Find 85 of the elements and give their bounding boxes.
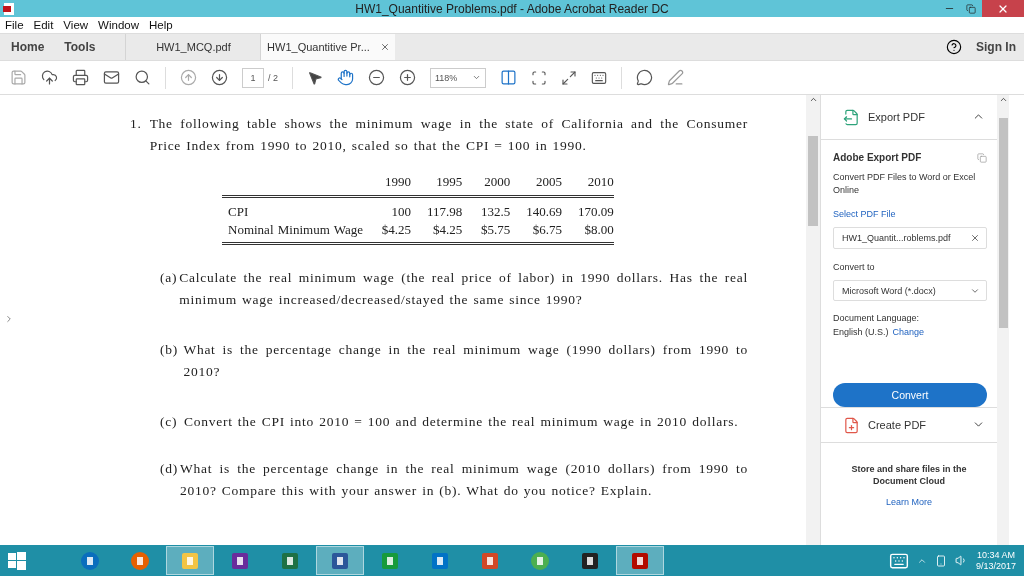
search-icon[interactable] [134, 69, 151, 86]
part-label: (a) [160, 269, 178, 287]
menu-item[interactable]: Window [98, 19, 139, 31]
convert-button[interactable]: Convert [833, 383, 987, 407]
menu-item[interactable]: Help [149, 19, 173, 31]
field-label: Document Language: [833, 312, 921, 326]
table-cell: $5.75 [462, 221, 511, 244]
table-cell: $8.00 [562, 221, 614, 244]
next-page-icon[interactable] [211, 69, 228, 86]
column-header: 2005 [510, 171, 563, 197]
column-header: 1990 [363, 171, 412, 197]
upload-icon[interactable] [41, 69, 58, 86]
scroll-up-icon[interactable] [998, 95, 1008, 104]
scrollbar-thumb[interactable] [998, 118, 1008, 328]
page-count: / 2 [268, 72, 278, 83]
save-icon[interactable] [10, 69, 27, 86]
document-tab[interactable]: HW1_Quantitive Pr... [260, 34, 396, 60]
column-header: 2010 [562, 171, 614, 197]
restore-icon[interactable] [966, 3, 976, 14]
table-cell: $4.25 [411, 221, 463, 244]
hand-icon[interactable] [337, 69, 354, 86]
comment-icon[interactable] [636, 69, 653, 86]
scroll-up-icon[interactable] [808, 95, 818, 104]
table-cell: 132.5 [462, 196, 511, 221]
learn-more-link[interactable]: Learn More [886, 497, 932, 507]
table-cell: $6.75 [510, 221, 563, 244]
part-text: Calculate the real minimum wage (the real price of labor) in 1990 dollars. Has the real minimum wage increased/decreased/stayed the same since 1990? [179, 269, 748, 309]
close-icon[interactable] [379, 42, 390, 52]
pointer-icon[interactable] [307, 69, 323, 86]
nav-tab[interactable]: Home [0, 34, 65, 60]
column-header: 2000 [462, 171, 511, 197]
format-dropdown[interactable]: Microsoft Word (*.docx) [833, 279, 987, 302]
field-label: Select PDF File [833, 208, 897, 221]
cloud-promo-text: Store and share files in the Document Cloud [850, 463, 968, 487]
zoom-out-icon[interactable] [368, 69, 385, 86]
question-number: 1. [130, 115, 142, 133]
table-cell: 100 [363, 196, 412, 221]
row-label: CPI [222, 196, 364, 221]
field-label: Convert to [833, 260, 876, 274]
table-cell: $4.25 [363, 221, 412, 244]
menu-item[interactable]: View [63, 19, 89, 31]
table-cell: 140.69 [510, 196, 563, 221]
print-icon[interactable] [72, 69, 89, 86]
menu-item[interactable]: File [5, 19, 24, 31]
part-label: (b) [160, 341, 179, 359]
app-logo-icon [3, 2, 15, 15]
previous-page-icon[interactable] [180, 69, 197, 86]
row-label: Nominal Minimum Wage [222, 221, 364, 244]
clock[interactable]: 10:34 AM 9/13/2017 [975, 549, 1016, 572]
table-cell: 117.98 [411, 196, 463, 221]
export-file-icon[interactable] [843, 108, 860, 126]
page-number-field[interactable]: 1 [242, 67, 264, 88]
language-value: English (U.S.) [833, 327, 889, 338]
speaker-icon[interactable] [954, 554, 968, 567]
zoom-dropdown[interactable]: 118% [430, 67, 486, 88]
column-header: 1995 [411, 171, 463, 197]
help-icon[interactable] [946, 39, 962, 55]
device-icon[interactable] [934, 554, 947, 567]
table-cell: 170.09 [562, 196, 614, 221]
sign-in-link[interactable]: Sign In [976, 40, 1016, 54]
question-text: The following table shows the minimum wage in the state of California and the Consumer Price Index from 1990 to 2010, scaled so that the CPI = 100 in 1990. [149, 115, 748, 155]
part-text: Convert the CPI into 2010 = 100 and determine the real minimum wage in 2010 dollars. [184, 413, 739, 431]
part-label: (c) [160, 413, 179, 431]
part-text: What is the percentage change in the real minimum wage (1990 dollars) from 1990 to 2010? [183, 341, 748, 381]
file-field[interactable]: HW1_Quantit...roblems.pdf [833, 227, 987, 249]
pen-icon[interactable] [667, 69, 684, 86]
close-button[interactable] [982, 0, 1024, 17]
page-fit-icon[interactable] [531, 69, 547, 86]
nav-tab[interactable]: Tools [64, 34, 126, 60]
clear-icon[interactable] [970, 232, 980, 243]
description-text: Convert PDF Files to Word or Excel Online [833, 171, 977, 197]
start-icon[interactable] [8, 551, 26, 570]
part-text: What is the percentage change in the real minimum wage (2010 dollars) from 1990 to 2010? Compare this with your answer in (b). What do you notice? Explain. [180, 460, 748, 500]
window-title: HW1_Quantitive Problems.pdf - Adobe Acrobat Reader DC [355, 1, 669, 16]
keyboard-icon[interactable] [591, 69, 607, 86]
change-link[interactable]: Change [892, 327, 925, 338]
part-label: (d) [160, 460, 178, 478]
columns-icon[interactable] [500, 69, 517, 86]
create-file-icon[interactable] [843, 416, 860, 434]
chevron-down-icon[interactable] [472, 73, 481, 82]
zoom-in-icon[interactable] [399, 69, 416, 86]
menu-item[interactable]: Edit [33, 19, 54, 31]
full-screen-icon[interactable] [561, 69, 577, 86]
section-heading: Adobe Export PDF [833, 152, 922, 163]
scrollbar-thumb[interactable] [808, 136, 818, 226]
